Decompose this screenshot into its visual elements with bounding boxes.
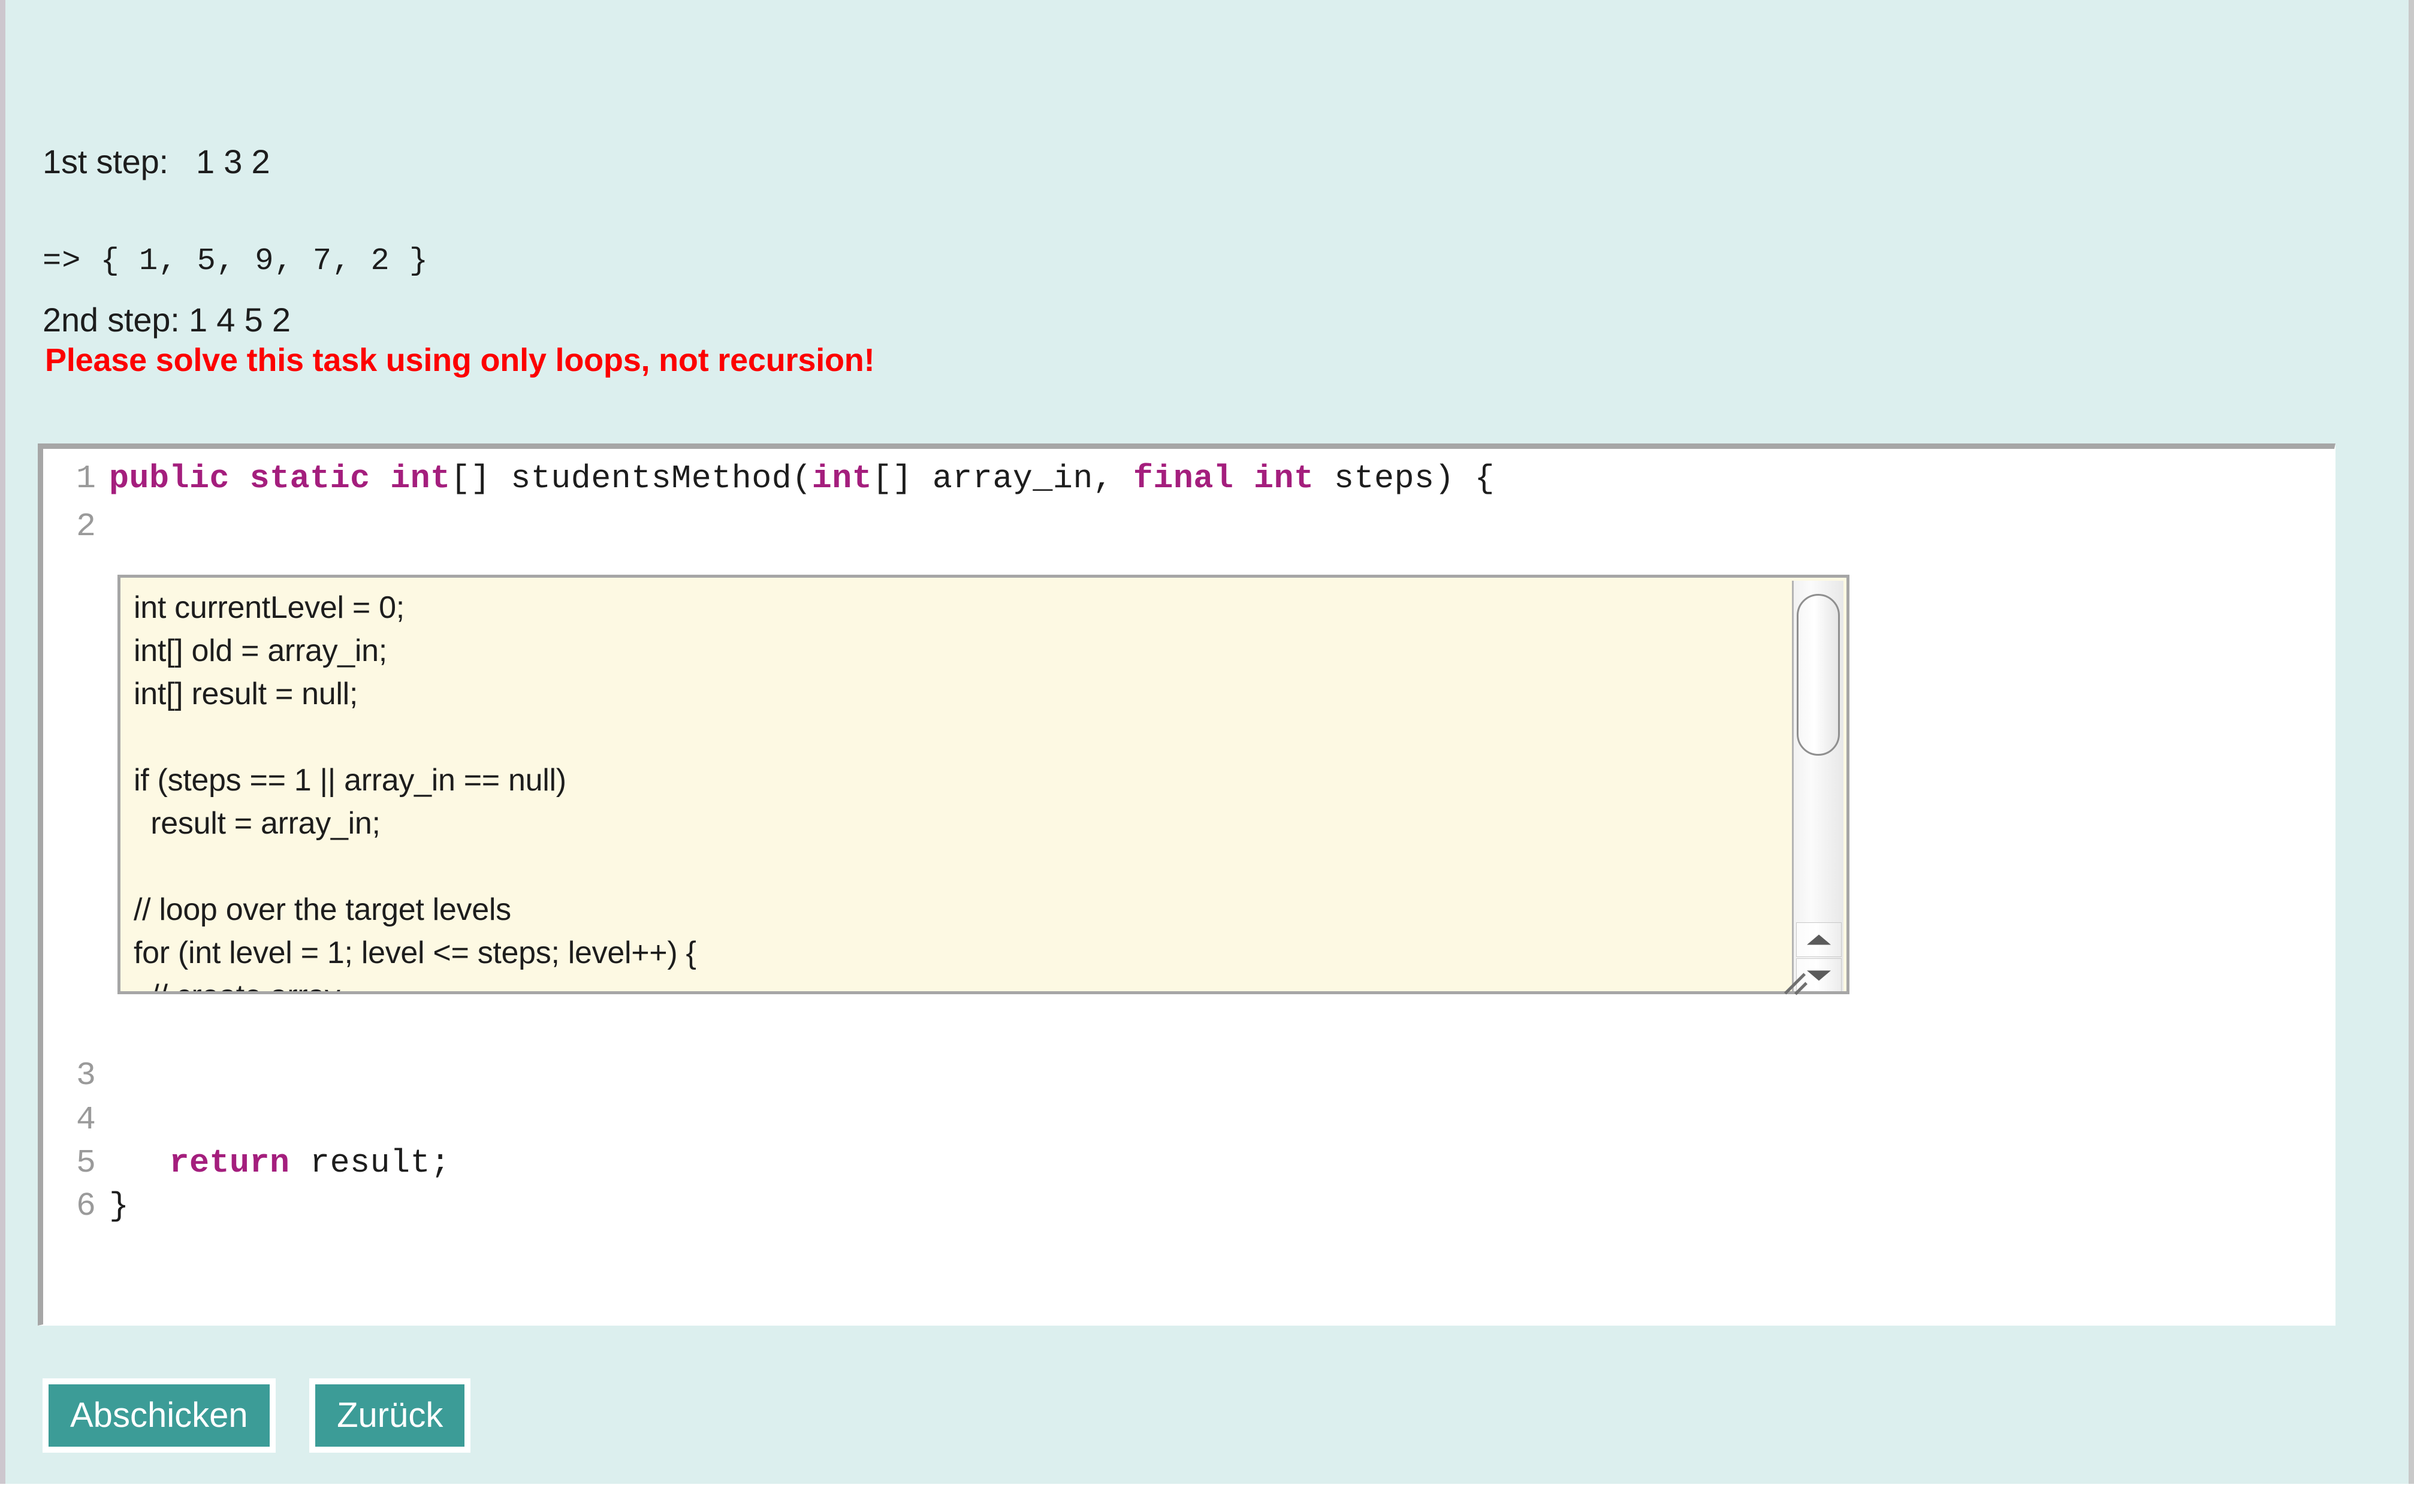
submit-button[interactable]: Abschicken bbox=[43, 1378, 276, 1453]
answer-textarea-value: int currentLevel = 0; int[] old = array_… bbox=[134, 586, 1752, 994]
keyword-static: static bbox=[250, 460, 370, 497]
keyword-final: final bbox=[1133, 460, 1234, 497]
vertical-scrollbar[interactable] bbox=[1792, 581, 1843, 994]
action-button-bar: Abschicken Zurück bbox=[43, 1378, 502, 1462]
signature-brackets: [] bbox=[451, 460, 511, 497]
code-editor-panel: 1 2 3 4 5 6 public static int[] students… bbox=[38, 443, 2335, 1326]
line-number: 1 bbox=[52, 451, 96, 506]
scrollbar-thumb[interactable] bbox=[1797, 594, 1840, 756]
exercise-page: 1st step: 1 3 2 2nd step: 1 4 5 2 3rd st… bbox=[0, 0, 2414, 1484]
task-step-line: 2nd step: 1 4 5 2 bbox=[43, 294, 311, 346]
back-button[interactable]: Zurück bbox=[309, 1378, 470, 1453]
keyword-return: return bbox=[170, 1144, 290, 1182]
line-number: 6 bbox=[52, 1179, 96, 1234]
return-indent bbox=[109, 1144, 170, 1182]
code-line-signature: public static int[] studentsMethod(int[]… bbox=[109, 451, 1495, 506]
task-result-line: => { 1, 5, 9, 7, 2 } bbox=[43, 243, 429, 279]
return-expression: result; bbox=[290, 1144, 451, 1182]
resize-grip-icon[interactable] bbox=[1778, 964, 1813, 994]
keyword-public: public bbox=[109, 460, 230, 497]
scroll-up-button[interactable] bbox=[1796, 922, 1842, 957]
answer-textarea-wrapper: int currentLevel = 0; int[] old = array_… bbox=[117, 575, 1849, 994]
signature-brackets: [] bbox=[872, 460, 933, 497]
task-warning-text: Please solve this task using only loops,… bbox=[45, 342, 874, 379]
line-number: 2 bbox=[52, 499, 96, 554]
code-line-closing-brace: } bbox=[109, 1179, 129, 1234]
task-step-line: 1st step: 1 3 2 bbox=[43, 135, 311, 188]
keyword-int: int bbox=[812, 460, 873, 497]
keyword-int: int bbox=[1254, 460, 1314, 497]
signature-param-steps: steps) { bbox=[1334, 460, 1495, 497]
answer-textarea[interactable]: int currentLevel = 0; int[] old = array_… bbox=[117, 575, 1849, 994]
caret-up-icon bbox=[1807, 935, 1831, 945]
code-line-return: return result; bbox=[109, 1136, 451, 1191]
keyword-int: int bbox=[390, 460, 451, 497]
signature-method-name: studentsMethod( bbox=[511, 460, 812, 497]
signature-param-array-in: array_in, bbox=[933, 460, 1133, 497]
